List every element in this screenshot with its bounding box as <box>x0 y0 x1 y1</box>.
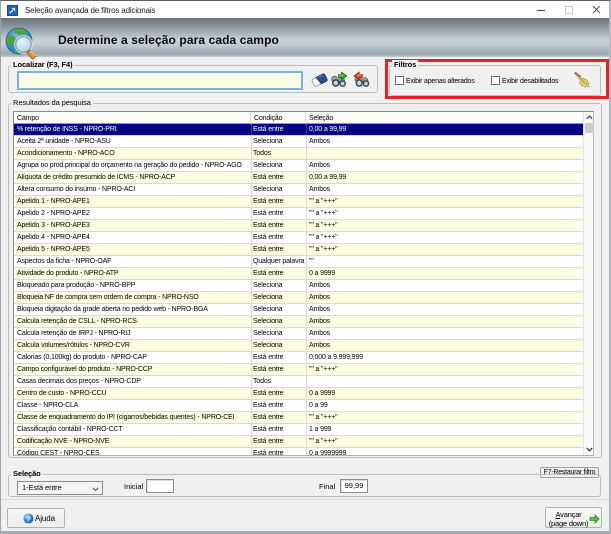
svg-text:?: ? <box>26 514 31 523</box>
